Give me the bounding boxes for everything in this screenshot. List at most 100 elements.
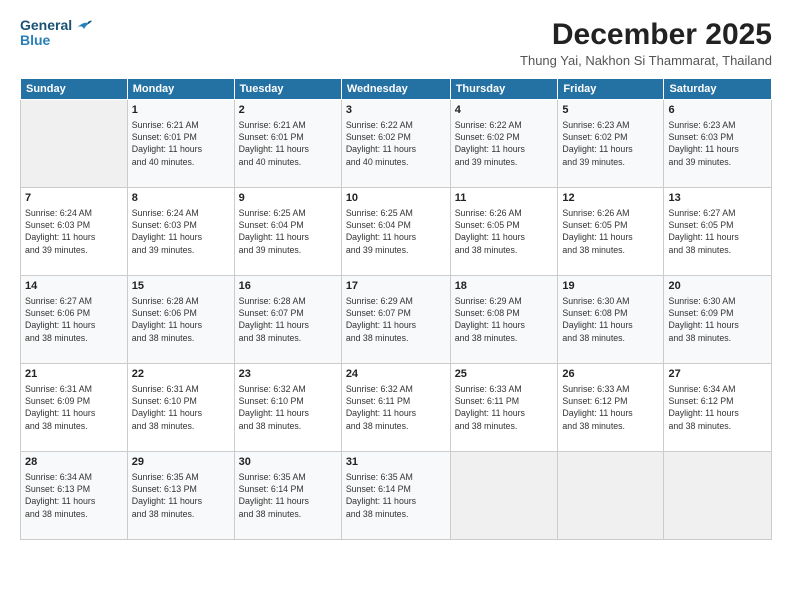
day-number: 28 <box>25 455 123 470</box>
day-number: 8 <box>132 191 230 206</box>
day-number: 6 <box>668 103 767 118</box>
day-info: Sunrise: 6:32 AMSunset: 6:11 PMDaylight:… <box>346 383 446 432</box>
day-info: Sunrise: 6:29 AMSunset: 6:07 PMDaylight:… <box>346 295 446 344</box>
table-row: 20Sunrise: 6:30 AMSunset: 6:09 PMDayligh… <box>664 276 772 364</box>
col-saturday: Saturday <box>664 79 772 100</box>
page: General Blue December 2025 Thung Yai, Na… <box>0 0 792 612</box>
table-row: 7Sunrise: 6:24 AMSunset: 6:03 PMDaylight… <box>21 188 128 276</box>
table-row: 1Sunrise: 6:21 AMSunset: 6:01 PMDaylight… <box>127 100 234 188</box>
day-info: Sunrise: 6:24 AMSunset: 6:03 PMDaylight:… <box>25 207 123 256</box>
table-row: 27Sunrise: 6:34 AMSunset: 6:12 PMDayligh… <box>664 364 772 452</box>
day-info: Sunrise: 6:29 AMSunset: 6:08 PMDaylight:… <box>455 295 554 344</box>
table-row: 24Sunrise: 6:32 AMSunset: 6:11 PMDayligh… <box>341 364 450 452</box>
day-info: Sunrise: 6:33 AMSunset: 6:12 PMDaylight:… <box>562 383 659 432</box>
day-number: 31 <box>346 455 446 470</box>
day-number: 17 <box>346 279 446 294</box>
day-info: Sunrise: 6:32 AMSunset: 6:10 PMDaylight:… <box>239 383 337 432</box>
location-subtitle: Thung Yai, Nakhon Si Thammarat, Thailand <box>520 53 772 68</box>
day-info: Sunrise: 6:31 AMSunset: 6:10 PMDaylight:… <box>132 383 230 432</box>
table-row: 25Sunrise: 6:33 AMSunset: 6:11 PMDayligh… <box>450 364 558 452</box>
calendar-week-row: 7Sunrise: 6:24 AMSunset: 6:03 PMDaylight… <box>21 188 772 276</box>
day-info: Sunrise: 6:35 AMSunset: 6:14 PMDaylight:… <box>239 471 337 520</box>
day-number: 21 <box>25 367 123 382</box>
month-title: December 2025 <box>520 18 772 51</box>
day-number: 7 <box>25 191 123 206</box>
day-number: 15 <box>132 279 230 294</box>
table-row: 23Sunrise: 6:32 AMSunset: 6:10 PMDayligh… <box>234 364 341 452</box>
table-row: 14Sunrise: 6:27 AMSunset: 6:06 PMDayligh… <box>21 276 128 364</box>
table-row: 9Sunrise: 6:25 AMSunset: 6:04 PMDaylight… <box>234 188 341 276</box>
col-monday: Monday <box>127 79 234 100</box>
day-number: 5 <box>562 103 659 118</box>
logo-bird-icon <box>74 19 92 33</box>
day-number: 24 <box>346 367 446 382</box>
table-row <box>558 452 664 540</box>
day-number: 1 <box>132 103 230 118</box>
table-row: 11Sunrise: 6:26 AMSunset: 6:05 PMDayligh… <box>450 188 558 276</box>
day-number: 4 <box>455 103 554 118</box>
table-row: 31Sunrise: 6:35 AMSunset: 6:14 PMDayligh… <box>341 452 450 540</box>
day-info: Sunrise: 6:26 AMSunset: 6:05 PMDaylight:… <box>562 207 659 256</box>
table-row: 4Sunrise: 6:22 AMSunset: 6:02 PMDaylight… <box>450 100 558 188</box>
day-number: 22 <box>132 367 230 382</box>
day-info: Sunrise: 6:34 AMSunset: 6:12 PMDaylight:… <box>668 383 767 432</box>
day-info: Sunrise: 6:23 AMSunset: 6:02 PMDaylight:… <box>562 119 659 168</box>
day-info: Sunrise: 6:25 AMSunset: 6:04 PMDaylight:… <box>239 207 337 256</box>
day-number: 11 <box>455 191 554 206</box>
day-info: Sunrise: 6:21 AMSunset: 6:01 PMDaylight:… <box>239 119 337 168</box>
day-info: Sunrise: 6:30 AMSunset: 6:08 PMDaylight:… <box>562 295 659 344</box>
day-number: 13 <box>668 191 767 206</box>
table-row: 29Sunrise: 6:35 AMSunset: 6:13 PMDayligh… <box>127 452 234 540</box>
table-row: 10Sunrise: 6:25 AMSunset: 6:04 PMDayligh… <box>341 188 450 276</box>
header: General Blue December 2025 Thung Yai, Na… <box>20 18 772 68</box>
table-row: 8Sunrise: 6:24 AMSunset: 6:03 PMDaylight… <box>127 188 234 276</box>
day-info: Sunrise: 6:30 AMSunset: 6:09 PMDaylight:… <box>668 295 767 344</box>
table-row <box>21 100 128 188</box>
day-number: 26 <box>562 367 659 382</box>
table-row: 26Sunrise: 6:33 AMSunset: 6:12 PMDayligh… <box>558 364 664 452</box>
table-row: 17Sunrise: 6:29 AMSunset: 6:07 PMDayligh… <box>341 276 450 364</box>
table-row: 5Sunrise: 6:23 AMSunset: 6:02 PMDaylight… <box>558 100 664 188</box>
day-number: 27 <box>668 367 767 382</box>
table-row: 21Sunrise: 6:31 AMSunset: 6:09 PMDayligh… <box>21 364 128 452</box>
table-row: 16Sunrise: 6:28 AMSunset: 6:07 PMDayligh… <box>234 276 341 364</box>
day-info: Sunrise: 6:28 AMSunset: 6:06 PMDaylight:… <box>132 295 230 344</box>
day-info: Sunrise: 6:26 AMSunset: 6:05 PMDaylight:… <box>455 207 554 256</box>
table-row: 13Sunrise: 6:27 AMSunset: 6:05 PMDayligh… <box>664 188 772 276</box>
table-row: 15Sunrise: 6:28 AMSunset: 6:06 PMDayligh… <box>127 276 234 364</box>
col-thursday: Thursday <box>450 79 558 100</box>
table-row: 30Sunrise: 6:35 AMSunset: 6:14 PMDayligh… <box>234 452 341 540</box>
col-wednesday: Wednesday <box>341 79 450 100</box>
day-info: Sunrise: 6:23 AMSunset: 6:03 PMDaylight:… <box>668 119 767 168</box>
table-row: 12Sunrise: 6:26 AMSunset: 6:05 PMDayligh… <box>558 188 664 276</box>
day-number: 2 <box>239 103 337 118</box>
day-number: 30 <box>239 455 337 470</box>
table-row: 28Sunrise: 6:34 AMSunset: 6:13 PMDayligh… <box>21 452 128 540</box>
table-row <box>450 452 558 540</box>
calendar-table: Sunday Monday Tuesday Wednesday Thursday… <box>20 78 772 540</box>
table-row <box>664 452 772 540</box>
calendar-header: Sunday Monday Tuesday Wednesday Thursday… <box>21 79 772 100</box>
day-info: Sunrise: 6:33 AMSunset: 6:11 PMDaylight:… <box>455 383 554 432</box>
table-row: 6Sunrise: 6:23 AMSunset: 6:03 PMDaylight… <box>664 100 772 188</box>
day-info: Sunrise: 6:22 AMSunset: 6:02 PMDaylight:… <box>346 119 446 168</box>
day-info: Sunrise: 6:24 AMSunset: 6:03 PMDaylight:… <box>132 207 230 256</box>
calendar-week-row: 1 Sunrise: 6:21 AMSunset: 6:01 PMDaylight… <box>21 100 772 188</box>
day-number: 9 <box>239 191 337 206</box>
day-number: 29 <box>132 455 230 470</box>
day-number: 18 <box>455 279 554 294</box>
day-number: 19 <box>562 279 659 294</box>
header-row: Sunday Monday Tuesday Wednesday Thursday… <box>21 79 772 100</box>
day-info: Sunrise: 6:34 AMSunset: 6:13 PMDaylight:… <box>25 471 123 520</box>
day-info: Sunrise: 6:27 AMSunset: 6:06 PMDaylight:… <box>25 295 123 344</box>
day-info: Sunrise: 6:25 AMSunset: 6:04 PMDaylight:… <box>346 207 446 256</box>
day-number: 10 <box>346 191 446 206</box>
day-number: 14 <box>25 279 123 294</box>
table-row: 19Sunrise: 6:30 AMSunset: 6:08 PMDayligh… <box>558 276 664 364</box>
calendar-week-row: 28Sunrise: 6:34 AMSunset: 6:13 PMDayligh… <box>21 452 772 540</box>
day-info: Sunrise: 6:22 AMSunset: 6:02 PMDaylight:… <box>455 119 554 168</box>
col-tuesday: Tuesday <box>234 79 341 100</box>
calendar-body: 1 Sunrise: 6:21 AMSunset: 6:01 PMDaylight… <box>21 100 772 540</box>
table-row: 18Sunrise: 6:29 AMSunset: 6:08 PMDayligh… <box>450 276 558 364</box>
day-number: 20 <box>668 279 767 294</box>
